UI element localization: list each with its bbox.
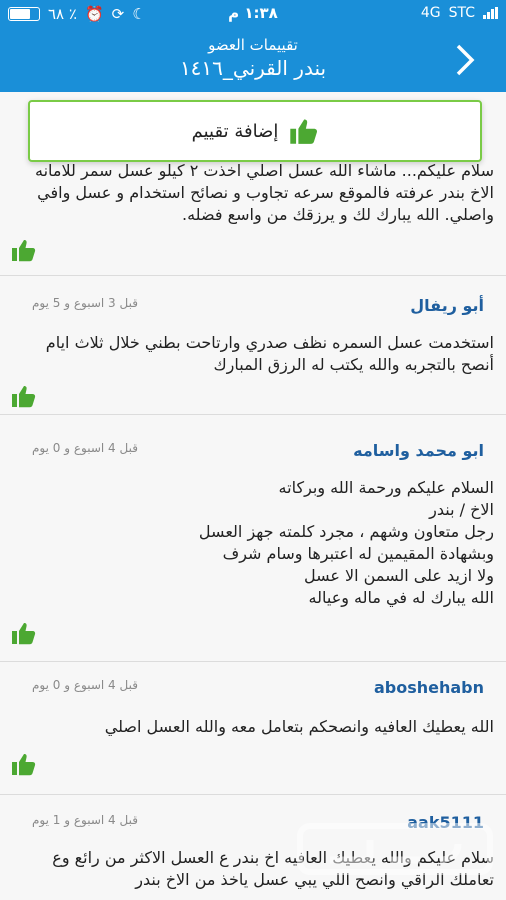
review-line: السلام عليكم ورحمة الله وبركاته xyxy=(278,478,494,497)
review-line: الاخ بندر عرفته فالموقع سرعه تجاوب و نصا… xyxy=(37,183,494,202)
review-line: الله يعطيك العافيه وانصحكم بتعامل معه وا… xyxy=(104,717,494,736)
review-line: الله يبارك له في ماله وعياله xyxy=(308,588,494,607)
thumbs-up-icon xyxy=(290,119,318,144)
thumbs-up-icon[interactable] xyxy=(10,621,36,645)
review-line: تعاملك الراقي وانصح اللي يبي عسل ياخذ من… xyxy=(135,870,494,889)
review-text: سلام عليكم والله يعطيك العافيه اخ بندر ع… xyxy=(18,847,494,891)
review-text: استخدمت عسل السمره نظف صدري وارتاحت بطني… xyxy=(18,332,494,376)
review-date: قبل 3 اسبوع و 5 يوم xyxy=(32,296,138,310)
header-subtitle: تقييمات العضو xyxy=(208,36,298,54)
review-line: أنصح بالتجربه والله يكتب له الرزق المبار… xyxy=(213,355,494,374)
thumbs-up-icon[interactable] xyxy=(10,384,36,408)
add-review-button[interactable]: إضافة تقييم xyxy=(28,100,482,162)
thumbs-up-icon[interactable] xyxy=(10,752,36,776)
review-date: قبل 4 اسبوع و 0 يوم xyxy=(32,441,138,455)
review-author[interactable]: aboshehabn xyxy=(270,678,484,697)
review-date: قبل 4 اسبوع و 0 يوم xyxy=(32,678,138,692)
signal-icon xyxy=(483,7,498,19)
review-line: الاخ / بندر xyxy=(429,500,494,519)
review-line: سلام عليكم... ماشاء الله عسل اصلي اخذت ٢… xyxy=(35,161,494,180)
reviews-list[interactable]: إضافة تقييم o سلام عليكم... ماشاء الله ع… xyxy=(0,92,506,900)
status-right: 4G STC xyxy=(421,5,498,21)
review-line: وبشهادة المقيمين له اعتبرها وسام شرف xyxy=(222,544,494,563)
review-line: سلام عليكم والله يعطيك العافيه اخ بندر ع… xyxy=(52,848,494,867)
thumbs-up-icon[interactable] xyxy=(10,238,36,262)
chevron-right-icon[interactable] xyxy=(450,42,480,78)
review-card: aak5111 قبل 4 اسبوع و 1 يوم سلام عليكم و… xyxy=(0,795,506,900)
review-author[interactable]: ابو محمد واسامه xyxy=(270,441,484,460)
review-author[interactable]: أبو ريفال xyxy=(270,296,484,315)
status-bar: ٦٨ ٪ ⏰ ⟳ ☾ ١:٣٨ م 4G STC xyxy=(0,0,506,28)
review-card: أبو ريفال قبل 3 اسبوع و 5 يوم استخدمت عس… xyxy=(0,276,506,415)
review-text: السلام عليكم ورحمة الله وبركاته الاخ / ب… xyxy=(18,477,494,609)
review-line: ولا ازيد على السمن الا عسل xyxy=(303,566,494,585)
nav-header: تقييمات العضو بندر القرني_١٤١٦ xyxy=(0,28,506,92)
review-line: رجل متعاون وشهم ، مجرد كلمته جهز العسل xyxy=(198,522,494,541)
header-title: بندر القرني_١٤١٦ xyxy=(179,56,327,80)
carrier-name: STC xyxy=(448,5,475,21)
review-line: استخدمت عسل السمره نظف صدري وارتاحت بطني… xyxy=(45,333,494,352)
review-date: قبل 4 اسبوع و 1 يوم xyxy=(32,813,138,827)
review-card: ابو محمد واسامه قبل 4 اسبوع و 0 يوم السل… xyxy=(0,415,506,662)
review-author[interactable]: aak5111 xyxy=(270,813,484,832)
review-line: واصلي. الله يبارك لك و يرزقك من واسع فضل… xyxy=(182,205,494,224)
add-review-label: إضافة تقييم xyxy=(191,120,279,142)
review-text: الله يعطيك العافيه وانصحكم بتعامل معه وا… xyxy=(18,716,494,738)
network-type: 4G xyxy=(420,5,441,21)
review-card: aboshehabn قبل 4 اسبوع و 0 يوم الله يعطي… xyxy=(0,662,506,795)
review-text: سلام عليكم... ماشاء الله عسل اصلي اخذت ٢… xyxy=(18,160,494,226)
